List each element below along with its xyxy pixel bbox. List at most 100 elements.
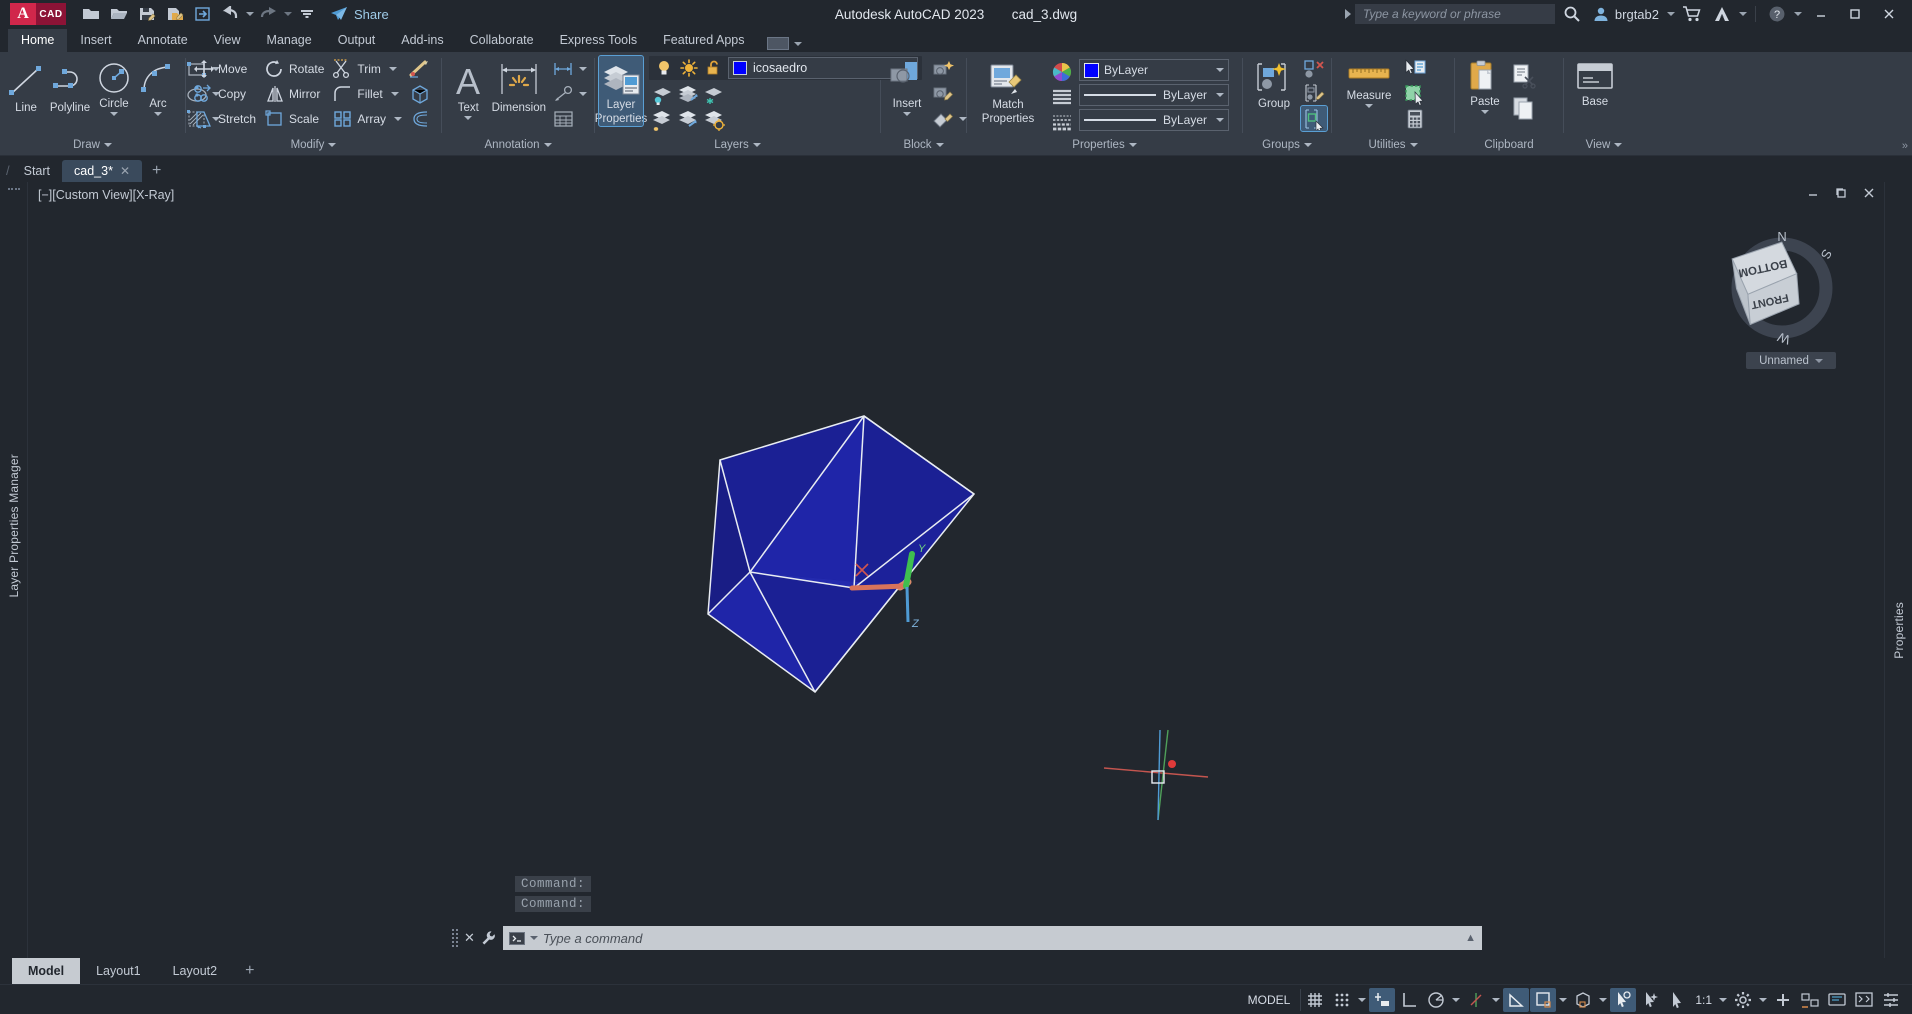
layer-match-icon[interactable] — [701, 107, 727, 132]
modify-mirror-button[interactable]: Mirror — [261, 81, 327, 106]
user-dropdown-icon[interactable] — [1667, 12, 1675, 16]
object-color-dropdown-icon[interactable] — [1216, 68, 1224, 72]
layer-on-icon[interactable] — [653, 58, 675, 78]
view-panel-expand-icon[interactable] — [1614, 143, 1623, 147]
modify-trim-button[interactable]: Trim — [329, 56, 405, 81]
linetype-dropdown-icon[interactable] — [1216, 93, 1224, 97]
measure-dropdown-icon[interactable] — [1365, 104, 1373, 108]
snap-mode-icon[interactable] — [1329, 988, 1355, 1012]
maximize-button[interactable] — [1840, 1, 1870, 27]
ribbon-tab-view[interactable]: View — [201, 29, 254, 52]
modify-array-button[interactable]: Array — [329, 106, 405, 131]
apps-dropdown-icon[interactable] — [1739, 12, 1747, 16]
lineweight-dropdown[interactable]: ByLayer — [1079, 109, 1229, 131]
match-properties-button[interactable]: Match Properties — [971, 58, 1045, 126]
properties-panel-expand-icon[interactable] — [1128, 143, 1137, 147]
annotation-linear-dim-button[interactable] — [549, 56, 590, 81]
redo-icon[interactable] — [256, 2, 282, 26]
ribbon-tab-addins[interactable]: Add-ins — [388, 29, 456, 52]
object-snap-tracking-icon[interactable] — [1463, 988, 1489, 1012]
search-expand-icon[interactable] — [1344, 9, 1351, 19]
group-selection-icon[interactable] — [1300, 105, 1328, 132]
panel-label-properties[interactable]: Properties — [967, 135, 1242, 155]
ribbon-tab-express-tools[interactable]: Express Tools — [547, 29, 651, 52]
new-icon[interactable] — [78, 2, 104, 26]
autodesk-logo-icon[interactable]: A — [10, 3, 36, 25]
layer-properties-manager-tab[interactable]: Layer Properties Manager — [7, 454, 21, 598]
edit-block-icon[interactable] — [929, 81, 970, 106]
quick-select-icon[interactable] — [1402, 56, 1428, 81]
user-account-button[interactable]: brgtab2 — [1589, 6, 1663, 22]
annotation-leader-button[interactable] — [549, 81, 590, 106]
ribbon-tab-home[interactable]: Home — [8, 29, 68, 52]
measure-button[interactable]: Measure — [1336, 56, 1402, 108]
select-all-icon[interactable] — [1402, 81, 1428, 106]
settings-gear-icon[interactable] — [1730, 988, 1756, 1012]
ortho-mode-icon[interactable] — [1396, 988, 1422, 1012]
named-view-dropdown[interactable]: Unnamed — [1746, 352, 1836, 369]
help-icon[interactable]: ? — [1764, 2, 1790, 26]
model-space-button[interactable]: MODEL — [1238, 988, 1302, 1011]
cart-icon[interactable] — [1679, 2, 1705, 26]
draw-arc-dropdown-icon[interactable] — [154, 112, 162, 116]
ribbon-overflow-icon[interactable]: » — [1902, 140, 1908, 152]
doctab-cad3[interactable]: cad_3* ✕ — [62, 160, 143, 182]
transparency-icon[interactable] — [1570, 988, 1596, 1012]
draw-arc-button[interactable]: Arc — [136, 56, 180, 116]
edit-attribute-icon[interactable] — [929, 106, 970, 131]
help-dropdown-icon[interactable] — [1794, 12, 1802, 16]
utilities-panel-expand-icon[interactable] — [1409, 143, 1418, 147]
undo-dropdown-icon[interactable] — [246, 12, 254, 16]
modify-panel-expand-icon[interactable] — [328, 143, 337, 147]
customization-icon[interactable] — [1878, 988, 1904, 1012]
qat-customize-icon[interactable] — [294, 2, 320, 26]
transparency-dropdown-icon[interactable] — [1597, 988, 1609, 1012]
layer-freeze-all-icon[interactable] — [675, 82, 701, 107]
group-edit-icon[interactable] — [1301, 81, 1327, 106]
grid-display-icon[interactable] — [1302, 988, 1328, 1012]
minimize-button[interactable] — [1806, 1, 1836, 27]
open-icon[interactable] — [106, 2, 132, 26]
layer-properties-button[interactable]: Layer Properties — [595, 55, 647, 127]
linetype-dropdown[interactable]: ByLayer — [1079, 84, 1229, 106]
annotation-text-dropdown-icon[interactable] — [464, 116, 473, 120]
modify-fillet-dropdown-icon[interactable] — [390, 91, 399, 96]
block-panel-expand-icon[interactable] — [935, 143, 944, 147]
lineweight-dropdown-icon[interactable] — [1557, 988, 1569, 1012]
annotation-leader-dropdown-icon[interactable] — [579, 91, 587, 96]
lineweight-display-icon[interactable] — [1530, 987, 1557, 1012]
undo-icon[interactable] — [218, 2, 244, 26]
add-button-icon[interactable] — [1770, 988, 1796, 1012]
draw-line-button[interactable]: Line — [4, 56, 48, 115]
draw-circle-button[interactable]: Circle — [92, 56, 136, 116]
layer-off-icon[interactable] — [701, 82, 727, 107]
search-icon[interactable] — [1559, 2, 1585, 26]
annotation-visibility-icon[interactable] — [1664, 988, 1690, 1012]
lineweight-icon[interactable] — [1051, 111, 1073, 133]
close-button[interactable] — [1874, 1, 1904, 27]
modify-copy-button[interactable]: Copy — [190, 81, 259, 106]
ribbon-tab-collaborate[interactable]: Collaborate — [457, 29, 547, 52]
paste-button[interactable]: Paste — [1459, 56, 1511, 114]
layer-freeze-icon[interactable] — [649, 107, 675, 132]
command-line-customize-icon[interactable] — [481, 930, 497, 946]
annotation-scale-dropdown-icon[interactable] — [1717, 988, 1729, 1012]
copy-clip-icon[interactable] — [1511, 92, 1537, 124]
ribbon-panel-preview-icon[interactable] — [767, 37, 790, 50]
properties-palette-tab[interactable]: Properties — [1892, 602, 1906, 659]
panel-label-draw[interactable]: Draw — [0, 135, 185, 155]
autodesk-apps-icon[interactable] — [1709, 2, 1735, 26]
layout-tab-layout2[interactable]: Layout2 — [157, 958, 233, 984]
group-button[interactable]: Group — [1247, 56, 1301, 111]
selection-cycling-icon[interactable] — [1610, 987, 1637, 1012]
color-wheel-icon[interactable] — [1051, 61, 1073, 83]
panel-label-modify[interactable]: Modify — [186, 135, 441, 155]
explode-icon[interactable] — [407, 56, 433, 81]
layer-lock-all-icon[interactable] — [675, 107, 701, 132]
solid-edit-icon[interactable] — [407, 81, 433, 106]
panel-label-clipboard[interactable]: Clipboard — [1455, 135, 1563, 155]
draw-panel-expand-icon[interactable] — [103, 143, 112, 147]
object-snap-tracking-dropdown-icon[interactable] — [1490, 988, 1502, 1012]
layer-isolate-icon[interactable] — [649, 82, 675, 107]
lineweight-dropdown-icon[interactable] — [1216, 118, 1224, 122]
